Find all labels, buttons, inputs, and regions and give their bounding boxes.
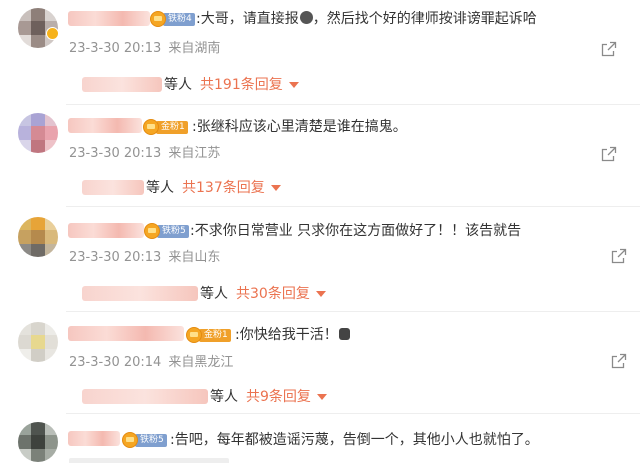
comment-item: 铁粉5 :告吧，每年都被造谣污蔑，告倒一个，其他小人也就怕了。 <box>0 414 640 463</box>
fan-badge[interactable]: 铁粉4 <box>150 11 195 27</box>
view-replies-link[interactable]: 共30条回复 <box>236 283 310 303</box>
avatar[interactable] <box>18 217 58 257</box>
comment-meta <box>69 458 229 463</box>
username[interactable] <box>68 11 150 26</box>
comment-date: 23-3-30 20:13 <box>69 41 162 56</box>
avatar[interactable] <box>18 422 58 462</box>
reply-summary: 等人 共30条回复 <box>82 284 326 302</box>
comment-item: 铁粉5 :不求你日常营业 只求你在这方面做好了！！该告就告 23-3-30 20… <box>0 207 640 310</box>
emoji-icon <box>299 11 313 24</box>
replier-names <box>82 179 144 195</box>
username[interactable] <box>68 223 144 238</box>
verified-icon <box>46 27 59 40</box>
share-icon[interactable] <box>611 353 627 369</box>
crown-icon <box>122 432 138 448</box>
share-icon[interactable] <box>601 41 617 57</box>
crown-icon <box>143 119 159 135</box>
share-icon[interactable] <box>611 248 627 264</box>
reply-summary: 等人 共191条回复 <box>82 75 299 93</box>
reply-summary: 等人 共137条回复 <box>82 178 281 196</box>
comment-date: 23-3-30 20:13 <box>69 146 162 161</box>
fan-badge[interactable]: 铁粉5 <box>122 432 167 448</box>
comment-item: 金粉1 :张继科应该心里清楚是谁在搞鬼。 23-3-30 20:13 来自江苏 等… <box>0 105 640 205</box>
comment-text: :告吧，每年都被造谣污蔑，告倒一个，其他小人也就怕了。 <box>170 432 539 448</box>
comment-date: 23-3-30 20:14 <box>69 355 162 370</box>
reply-summary: 等人 共9条回复 <box>82 387 327 405</box>
caret-down-icon[interactable] <box>315 291 326 297</box>
view-replies-link[interactable]: 共137条回复 <box>182 177 265 197</box>
view-replies-link[interactable]: 共191条回复 <box>200 74 283 94</box>
username[interactable] <box>68 118 142 133</box>
fan-badge[interactable]: 金粉1 <box>186 327 231 343</box>
crown-icon <box>186 327 202 343</box>
replier-names <box>82 388 208 404</box>
username[interactable] <box>68 431 120 446</box>
comment-meta: 23-3-30 20:13 来自山东 <box>69 250 220 266</box>
caret-down-icon[interactable] <box>316 394 327 400</box>
comment-location: 来自山东 <box>168 250 221 265</box>
comment-date: 23-3-30 20:13 <box>69 250 162 265</box>
comment-meta: 23-3-30 20:14 来自黑龙江 <box>69 355 233 371</box>
crown-icon <box>144 223 160 239</box>
comment-text: :大哥，请直接报 ，然后找个好的律师按诽谤罪起诉哈 <box>196 11 537 27</box>
replier-names <box>82 76 162 92</box>
crown-icon <box>150 11 166 27</box>
comment-location: 来自黑龙江 <box>168 355 234 370</box>
replier-names <box>82 285 198 301</box>
avatar[interactable] <box>18 322 58 362</box>
caret-down-icon[interactable] <box>270 185 281 191</box>
comment-item: 金粉1 :你快给我干活！ 23-3-30 20:14 来自黑龙江 等人 共9条回复 <box>0 312 640 412</box>
avatar[interactable] <box>18 113 58 153</box>
fan-badge[interactable]: 铁粉5 <box>144 223 189 239</box>
comment-location: 来自江苏 <box>168 146 221 161</box>
fist-emoji-icon <box>338 328 350 340</box>
view-replies-link[interactable]: 共9条回复 <box>246 386 311 406</box>
username[interactable] <box>68 326 184 341</box>
comment-location: 来自湖南 <box>168 41 221 56</box>
comment-text: :不求你日常营业 只求你在这方面做好了！！该告就告 <box>190 223 522 239</box>
comment-text: :张继科应该心里清楚是谁在搞鬼。 <box>192 119 407 135</box>
fan-badge[interactable]: 金粉1 <box>143 119 188 135</box>
share-icon[interactable] <box>601 146 617 162</box>
comment-text: :你快给我干活！ <box>235 327 350 343</box>
comment-meta: 23-3-30 20:13 来自湖南 <box>69 41 220 57</box>
comment-item: 铁粉4 :大哥，请直接报 ，然后找个好的律师按诽谤罪起诉哈 23-3-30 20:… <box>0 0 640 105</box>
comment-meta: 23-3-30 20:13 来自江苏 <box>69 146 220 162</box>
caret-down-icon[interactable] <box>288 82 299 88</box>
